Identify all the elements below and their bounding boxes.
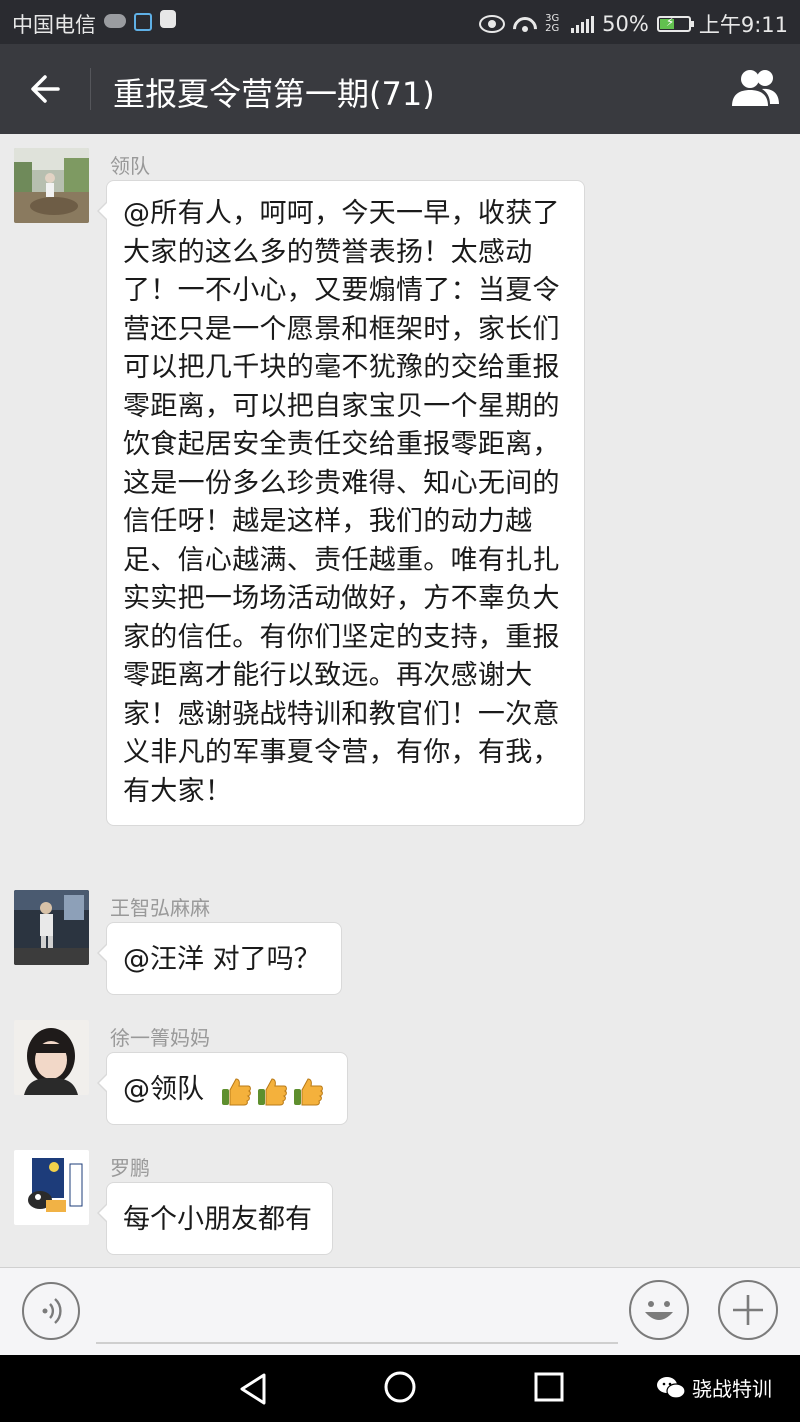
wifi-icon bbox=[513, 15, 537, 33]
avatar-cartoon bbox=[14, 1150, 89, 1225]
plus-icon bbox=[733, 1295, 763, 1325]
chat-header: 重报夏令营第一期(71) bbox=[0, 44, 800, 134]
message-item: 领队 @所有人，呵呵，今天一早，收获了大家的这么多的赞誉表扬！太感动了！一不小心… bbox=[0, 148, 800, 868]
square-recent-icon[interactable] bbox=[533, 1371, 565, 1403]
chat-message-list[interactable]: 领队 @所有人，呵呵，今天一早，收获了大家的这么多的赞誉表扬！太感动了！一不小心… bbox=[0, 134, 800, 1267]
sender-name: 罗鹏 bbox=[110, 1156, 150, 1180]
group-members-icon bbox=[732, 70, 779, 106]
message-item: 王智弘麻麻 @汪洋 对了吗？ bbox=[0, 890, 800, 1000]
notification-icons bbox=[104, 10, 176, 31]
sender-name: 徐一箐妈妈 bbox=[110, 1026, 210, 1050]
battery-fill bbox=[659, 15, 674, 29]
circle-home-icon[interactable] bbox=[383, 1370, 417, 1404]
eye-icon bbox=[479, 15, 506, 33]
sender-avatar[interactable] bbox=[14, 148, 89, 223]
more-options-button[interactable] bbox=[718, 1280, 778, 1340]
emoji-button[interactable] bbox=[629, 1280, 689, 1340]
message-input[interactable] bbox=[96, 1282, 618, 1344]
wechat-icon bbox=[657, 1376, 686, 1399]
header-divider bbox=[90, 68, 91, 110]
sender-avatar[interactable] bbox=[14, 890, 89, 965]
message-text: @所有人，呵呵，今天一早，收获了大家的这么多的赞誉表扬！太感动了！一不小心，又要… bbox=[123, 198, 560, 807]
status-indicators: 3G 2G 50% 上午9:11 bbox=[479, 9, 788, 39]
back-button[interactable] bbox=[20, 62, 72, 116]
avatar-photo-outdoor bbox=[14, 148, 89, 223]
network-type-label: 3G 2G bbox=[545, 13, 560, 34]
sender-name: 王智弘麻麻 bbox=[110, 896, 210, 920]
smiley-icon bbox=[645, 1301, 673, 1320]
voice-button[interactable] bbox=[22, 1282, 80, 1340]
location-pin-icon bbox=[160, 10, 176, 28]
chat-title: 重报夏令营第一期(71) bbox=[113, 75, 435, 113]
message-bubble[interactable]: @汪洋 对了吗？ bbox=[97, 922, 342, 995]
system-navigation-bar: 骁战特训 bbox=[0, 1355, 800, 1422]
message-text: @领队 bbox=[123, 1074, 204, 1105]
lock-icon bbox=[134, 13, 152, 31]
emoji-group bbox=[219, 1054, 327, 1127]
message-item: 罗鹏 每个小朋友都有 bbox=[0, 1150, 800, 1260]
signal-strength-icon bbox=[571, 15, 595, 33]
message-input-bar bbox=[0, 1267, 800, 1355]
voice-icon bbox=[42, 1298, 62, 1324]
avatar-photo-night bbox=[14, 890, 89, 965]
message-bubble[interactable]: @所有人，呵呵，今天一早，收获了大家的这么多的赞誉表扬！太感动了！一不小心，又要… bbox=[97, 180, 585, 826]
sender-avatar[interactable] bbox=[14, 1020, 89, 1095]
message-bubble[interactable]: @领队 bbox=[97, 1052, 348, 1127]
thumbs-up-icon bbox=[257, 1077, 287, 1105]
arrow-left-icon bbox=[31, 75, 60, 103]
thumbs-up-icon bbox=[293, 1077, 323, 1105]
avatar-photo-portrait bbox=[14, 1020, 89, 1095]
battery-percent: 50% bbox=[602, 12, 649, 36]
sender-avatar[interactable] bbox=[14, 1150, 89, 1225]
message-item: 徐一箐妈妈 @领队 bbox=[0, 1020, 800, 1130]
message-bubble[interactable]: 每个小朋友都有 bbox=[97, 1182, 333, 1255]
message-text: @汪洋 对了吗？ bbox=[123, 944, 321, 975]
battery-icon bbox=[656, 15, 694, 32]
watermark: 骁战特训 bbox=[656, 1373, 772, 1402]
group-members-button[interactable] bbox=[728, 66, 782, 112]
message-text: 每个小朋友都有 bbox=[123, 1204, 312, 1235]
triangle-back-icon[interactable] bbox=[236, 1371, 270, 1407]
clock: 上午9:11 bbox=[698, 13, 788, 37]
sender-name: 领队 bbox=[110, 154, 150, 178]
status-bar: 中国电信 3G 2G 50% 上午9:11 bbox=[0, 0, 800, 44]
carrier-label: 中国电信 bbox=[12, 13, 96, 37]
thumbs-up-icon bbox=[221, 1077, 251, 1105]
cloud-icon bbox=[104, 14, 126, 28]
watermark-text: 骁战特训 bbox=[692, 1377, 772, 1401]
